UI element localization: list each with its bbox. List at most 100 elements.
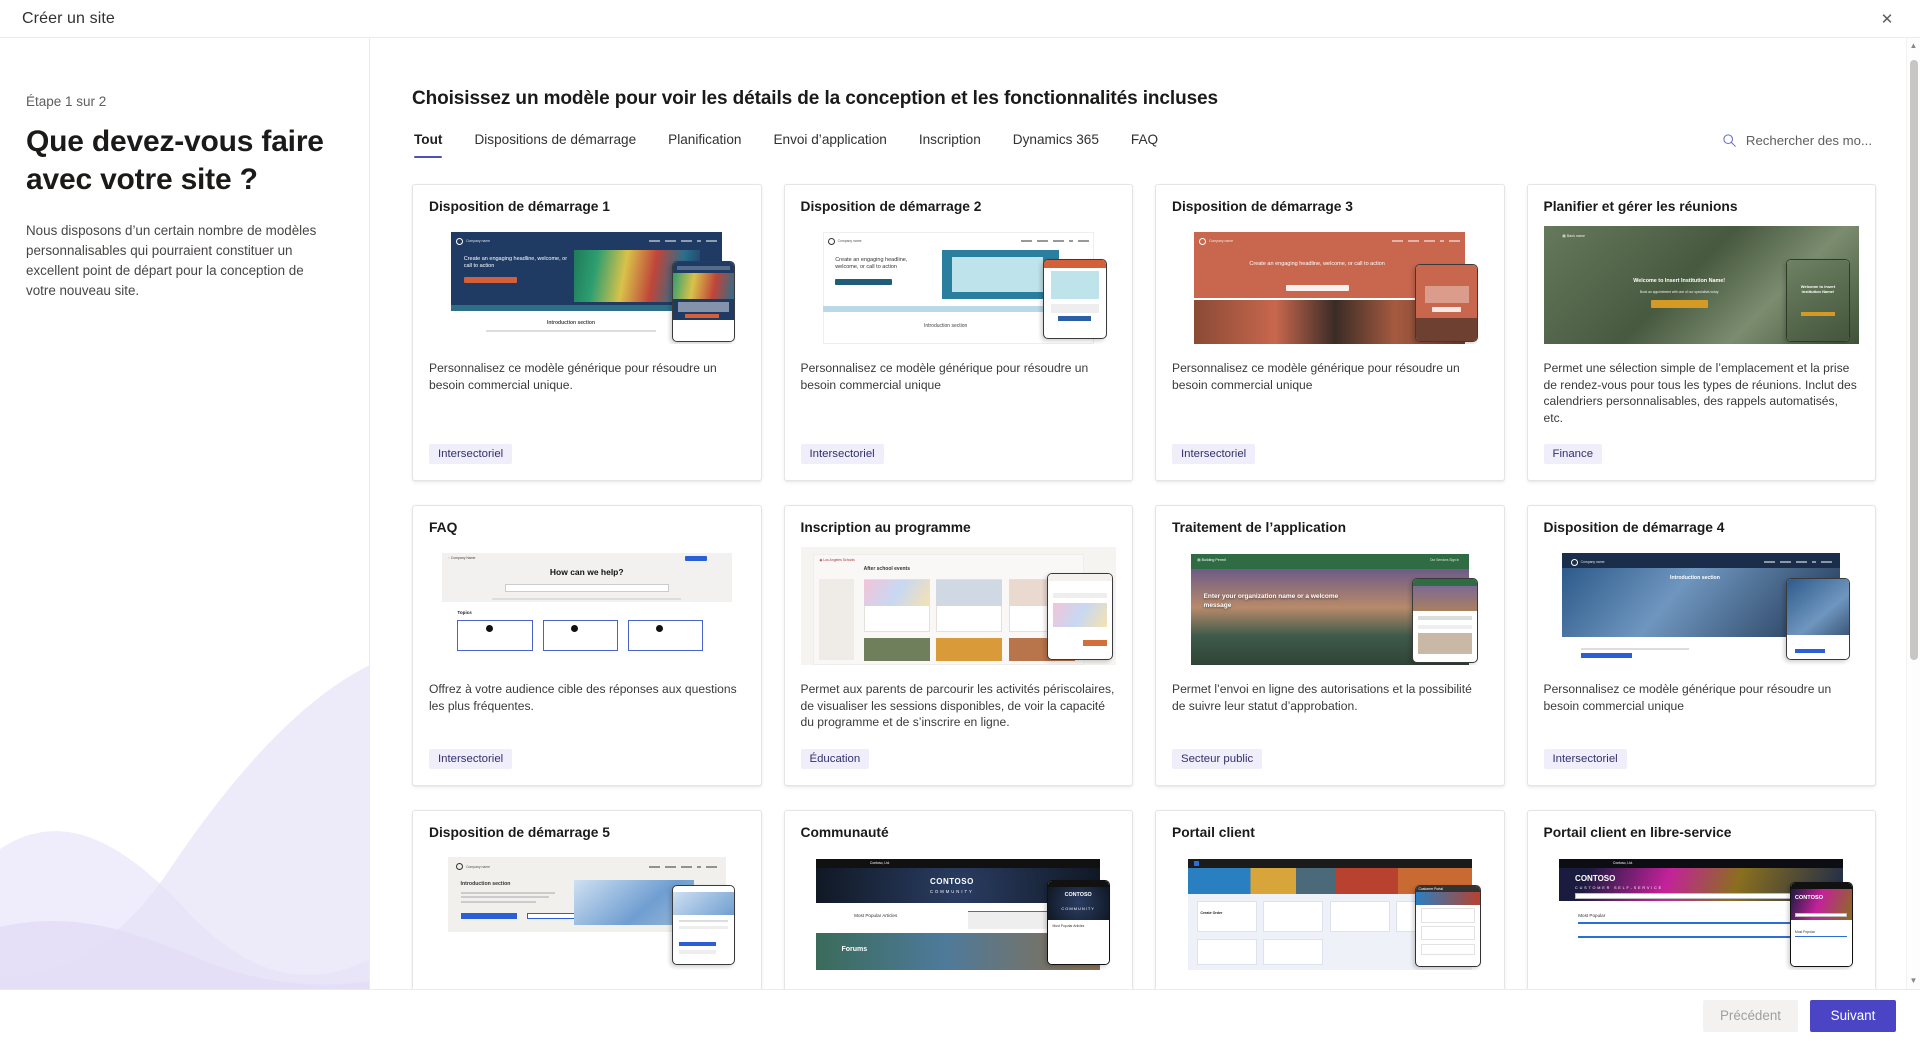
card-description: Site en libre-service qui permet à vos c…: [1528, 970, 1876, 990]
tag[interactable]: Intersectoriel: [801, 444, 884, 464]
search-placeholder: Rechercher des mo...: [1746, 133, 1872, 148]
card-thumbnail: Contoso, Ltd. CONTOSO CUSTOMER SELF-SERV…: [1544, 852, 1860, 970]
card-title: FAQ: [413, 506, 761, 547]
card-tag-row: Intersectoriel: [413, 426, 761, 480]
page-title: Que devez-vous faire avec votre site ?: [26, 123, 329, 199]
card-tag-row: Intersectoriel: [413, 731, 761, 785]
card-title: Disposition de démarrage 3: [1156, 185, 1504, 226]
card-description: Permet une sélection simple de l’emplace…: [1528, 344, 1876, 426]
card-description: Permet aux parents de parcourir les acti…: [785, 665, 1133, 731]
gallery-heading: Choisissez un modèle pour voir les détai…: [412, 88, 1886, 110]
template-card[interactable]: Disposition de démarrage 5 Company name …: [412, 810, 762, 990]
dialog-titlebar: Créer un site ✕: [0, 0, 1920, 38]
template-card[interactable]: Disposition de démarrage 4 Company name …: [1527, 505, 1877, 786]
tag-label: Intersectoriel: [438, 448, 503, 460]
panel-description: Nous disposons d’un certain nombre de mo…: [26, 221, 329, 301]
card-title: Planifier et gérer les réunions: [1528, 185, 1876, 226]
card-thumbnail: ◉ Los Angeles Schools After school event…: [801, 547, 1117, 665]
card-title: Communauté: [785, 811, 1133, 852]
dialog-footer: Précédent Suivant: [0, 989, 1920, 1041]
template-card[interactable]: FAQ ◌ Company Name How can we help? Topi…: [412, 505, 762, 786]
card-thumbnail: ▤ Building Permit Our Services Sign in E…: [1172, 547, 1488, 665]
card-tag-row: Intersectoriel: [1528, 731, 1876, 785]
template-card[interactable]: Disposition de démarrage 3 Company name …: [1155, 184, 1505, 481]
card-thumbnail: Company name Create an engaging headline…: [1172, 226, 1488, 344]
card-title: Inscription au programme: [785, 506, 1133, 547]
card-tag-row: Finance: [1528, 426, 1876, 480]
card-thumbnail: Company name Create an engaging headline…: [429, 226, 745, 344]
card-description: Personnalisez ce modèle générique pour r…: [413, 970, 761, 990]
card-title: Traitement de l’application: [1156, 506, 1504, 547]
card-thumbnail: ▦ Bank name Welcome to Insert Institutio…: [1544, 226, 1860, 344]
tag[interactable]: Éducation: [801, 749, 870, 769]
card-description: Active l’interaction pair à pair par le …: [785, 970, 1133, 990]
left-info-panel: Étape 1 sur 2 Que devez-vous faire avec …: [0, 38, 370, 989]
card-thumbnail: Company name Introduction section: [1544, 547, 1860, 665]
template-gallery-panel: Choisissez un modèle pour voir les détai…: [370, 38, 1920, 989]
tag-label: Intersectoriel: [438, 753, 503, 765]
tag[interactable]: Intersectoriel: [1172, 444, 1255, 464]
card-title: Disposition de démarrage 1: [413, 185, 761, 226]
close-icon[interactable]: ✕: [1872, 5, 1902, 33]
tag[interactable]: Intersectoriel: [429, 444, 512, 464]
card-title: Disposition de démarrage 5: [413, 811, 761, 852]
tag[interactable]: Finance: [1544, 444, 1603, 464]
tab-tout[interactable]: Tout: [412, 128, 458, 158]
dialog-title: Créer un site: [22, 10, 115, 28]
template-card[interactable]: Communauté Contoso, Ltd. CONTOSO COMMUNI…: [784, 810, 1134, 990]
card-thumbnail: Create Order Customer Portal: [1172, 852, 1488, 970]
tag-label: Éducation: [810, 753, 861, 765]
card-thumbnail: Company name Introduction section: [429, 852, 745, 970]
tag[interactable]: Intersectoriel: [1544, 749, 1627, 769]
gallery-tabs: Tout Dispositions de démarrage Planifica…: [412, 128, 1174, 158]
template-card[interactable]: Traitement de l’application ▤ Building P…: [1155, 505, 1505, 786]
template-card[interactable]: Portail client en libre-service Contoso,…: [1527, 810, 1877, 990]
tag[interactable]: Secteur public: [1172, 749, 1262, 769]
card-description: Permet l’envoi en ligne des autorisation…: [1156, 665, 1504, 731]
dialog-body: Étape 1 sur 2 Que devez-vous faire avec …: [0, 38, 1920, 989]
template-card[interactable]: Disposition de démarrage 1 Company name …: [412, 184, 762, 481]
template-card[interactable]: Planifier et gérer les réunions ▦ Bank n…: [1527, 184, 1877, 481]
tab-envoi-d-application[interactable]: Envoi d’application: [757, 128, 902, 158]
scroll-down-arrow[interactable]: ▼: [1907, 973, 1920, 989]
card-tag-row: Intersectoriel: [1156, 426, 1504, 480]
card-title: Disposition de démarrage 2: [785, 185, 1133, 226]
card-tag-row: Intersectoriel: [785, 426, 1133, 480]
template-card[interactable]: Disposition de démarrage 2 Company name …: [784, 184, 1134, 481]
template-card[interactable]: Portail client Create Order Customer Por…: [1155, 810, 1505, 990]
card-title: Portail client: [1156, 811, 1504, 852]
card-thumbnail: Contoso, Ltd. CONTOSO COMMUNITY Most Pop…: [801, 852, 1117, 970]
tab-dispositions-de-demarrage[interactable]: Dispositions de démarrage: [458, 128, 652, 158]
decorative-waves: [0, 659, 370, 989]
search-icon: [1722, 133, 1737, 148]
tab-faq[interactable]: FAQ: [1115, 128, 1174, 158]
template-card[interactable]: Inscription au programme ◉ Los Angeles S…: [784, 505, 1134, 786]
card-description: Offrez à votre audience cible des répons…: [413, 665, 761, 731]
card-thumbnail: ◌ Company Name How can we help? Topics: [429, 547, 745, 665]
search-input[interactable]: Rechercher des mo...: [1722, 133, 1872, 158]
tab-inscription[interactable]: Inscription: [903, 128, 997, 158]
tag-label: Intersectoriel: [810, 448, 875, 460]
card-title: Disposition de démarrage 4: [1528, 506, 1876, 547]
tag-label: Secteur public: [1181, 753, 1253, 765]
tag-label: Finance: [1553, 448, 1594, 460]
card-tag-row: Éducation: [785, 731, 1133, 785]
tag-label: Intersectoriel: [1181, 448, 1246, 460]
vertical-scrollbar[interactable]: ▲ ▼: [1906, 38, 1920, 989]
card-description: Créez un site Web en libre-service où vo…: [1156, 970, 1504, 990]
tag-label: Intersectoriel: [1553, 753, 1618, 765]
tab-dynamics-365[interactable]: Dynamics 365: [997, 128, 1115, 158]
create-site-dialog: Créer un site ✕ Étape 1 sur 2 Que devez-…: [0, 0, 1920, 1041]
template-card-grid: Disposition de démarrage 1 Company name …: [392, 158, 1886, 989]
tag[interactable]: Intersectoriel: [429, 749, 512, 769]
gallery-scroll-area: Choisissez un modèle pour voir les détai…: [370, 38, 1920, 989]
scrollbar-thumb[interactable]: [1910, 60, 1918, 660]
card-description: Personnalisez ce modèle générique pour r…: [1156, 344, 1504, 426]
card-title: Portail client en libre-service: [1528, 811, 1876, 852]
scroll-up-arrow[interactable]: ▲: [1907, 38, 1920, 54]
back-button[interactable]: Précédent: [1703, 1000, 1798, 1032]
next-button[interactable]: Suivant: [1810, 1000, 1896, 1032]
tab-planification[interactable]: Planification: [652, 128, 757, 158]
card-description: Personnalisez ce modèle générique pour r…: [413, 344, 761, 426]
card-tag-row: Secteur public: [1156, 731, 1504, 785]
